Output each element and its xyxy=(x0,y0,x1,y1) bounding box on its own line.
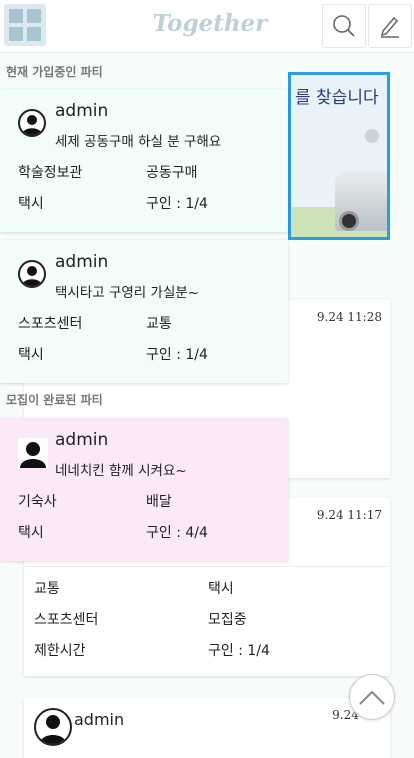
party-category: 공동구매 xyxy=(146,165,198,181)
section-current-label: 현재 가입중인 파티 xyxy=(6,65,103,79)
party-transport: 택시 xyxy=(18,347,44,363)
party-transport: 택시 xyxy=(18,196,44,212)
avatar xyxy=(18,438,48,468)
ad-banner[interactable]: 를 찾습니다 xyxy=(288,72,390,240)
party-transport: 택시 xyxy=(18,525,44,541)
car-image xyxy=(335,171,387,231)
party-card[interactable]: admin 네네치킨 함께 시켜요~ 기숙사 배달 택시 구인 : 4/4 xyxy=(0,418,288,561)
side-panel: 현재 가입중인 파티 admin 세제 공동구매 하실 분 구해요 학술정보관 … xyxy=(0,52,290,736)
party-count: 구인 : 1/4 xyxy=(146,347,208,363)
grid-icon[interactable] xyxy=(4,4,46,46)
party-place: 기숙사 xyxy=(18,494,57,510)
scroll-top-button[interactable] xyxy=(349,674,395,720)
section-done-label: 모집이 완료된 파티 xyxy=(6,393,103,407)
post-time: 9.24 11:28 xyxy=(316,310,382,324)
party-title: 세제 공동구매 하실 분 구해요 xyxy=(55,134,222,150)
avatar xyxy=(18,109,46,137)
top-bar: Together xyxy=(0,0,414,53)
author-name: admin xyxy=(55,430,109,450)
post-time: 9.24 11:17 xyxy=(316,508,382,522)
party-category: 배달 xyxy=(146,494,172,510)
party-count: 구인 : 1/4 xyxy=(146,196,208,212)
party-card[interactable]: admin 택시타고 구영리 가실분~ 스포츠센터 교통 택시 구인 : 1/4 xyxy=(0,240,288,383)
party-title: 택시타고 구영리 가실분~ xyxy=(55,285,200,301)
search-button[interactable] xyxy=(322,4,366,48)
app-title: Together xyxy=(152,10,268,37)
party-category: 교통 xyxy=(146,316,172,332)
write-button[interactable] xyxy=(368,4,412,48)
banner-dot xyxy=(365,129,379,143)
pencil-icon xyxy=(380,16,399,38)
chevron-up-icon xyxy=(359,690,385,705)
party-title: 네네치킨 함께 시켜요~ xyxy=(55,463,187,479)
avatar xyxy=(18,260,46,288)
party-count: 구인 : 4/4 xyxy=(146,525,208,541)
author-name: admin xyxy=(55,101,109,121)
party-card[interactable]: admin 세제 공동구매 하실 분 구해요 학술정보관 공동구매 택시 구인 … xyxy=(0,89,288,232)
banner-text: 를 찾습니다 xyxy=(295,88,379,108)
party-place: 학술정보관 xyxy=(18,165,83,181)
author-name: admin xyxy=(55,252,109,272)
party-place: 스포츠센터 xyxy=(18,316,83,332)
search-icon xyxy=(333,15,355,37)
